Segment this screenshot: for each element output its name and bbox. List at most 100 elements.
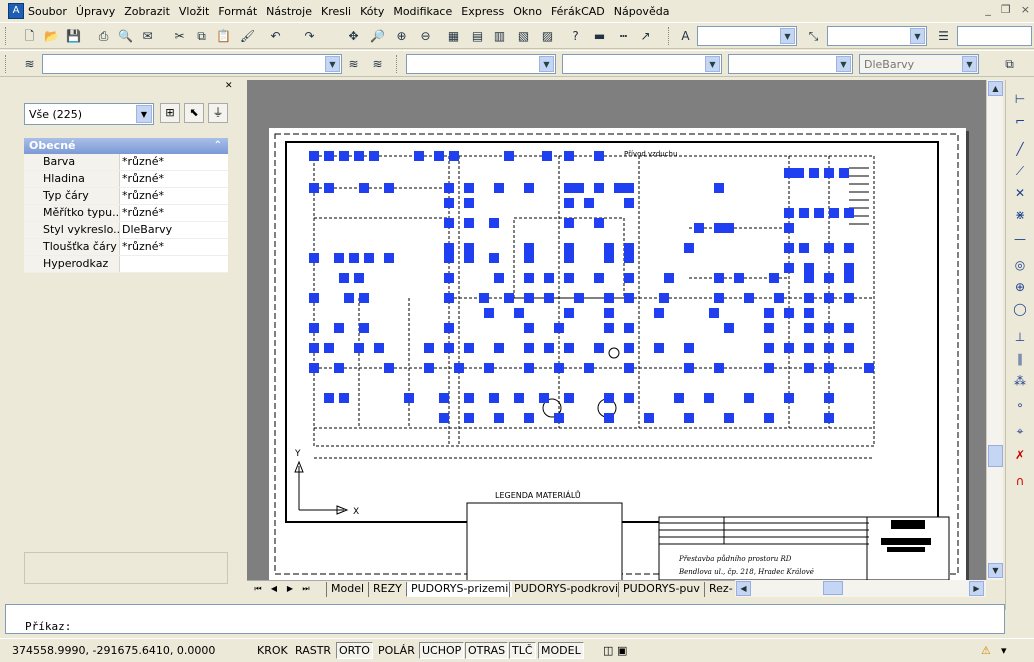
tab-pudorys-puv[interactable]: PUDORYS-puv xyxy=(618,582,704,597)
table-style-combo[interactable] xyxy=(957,26,1032,46)
selection-grip[interactable] xyxy=(644,413,654,423)
selection-grip[interactable] xyxy=(484,308,494,318)
selection-grip[interactable] xyxy=(444,183,454,193)
selection-grip[interactable] xyxy=(479,293,489,303)
property-row-layer[interactable]: Hladina *různé* xyxy=(24,171,228,188)
ray-icon[interactable]: ⋇ xyxy=(1011,206,1029,224)
coordinates-readout[interactable]: 374558.9990, -291675.6410, 0.0000 xyxy=(12,644,215,657)
selection-grip[interactable] xyxy=(454,363,464,373)
tab-prev-icon[interactable]: ◀ xyxy=(267,582,281,596)
selection-grip[interactable] xyxy=(764,413,774,423)
copy-icon[interactable]: ⧉ xyxy=(192,27,211,46)
selection-grip[interactable] xyxy=(769,273,779,283)
property-row-lineweight[interactable]: Tloušťka čáry *různé* xyxy=(24,239,228,256)
dim-style-combo[interactable]: ▼ xyxy=(827,26,927,46)
selection-grip[interactable] xyxy=(444,243,454,253)
selection-grip[interactable] xyxy=(844,323,854,333)
selection-grip[interactable] xyxy=(384,183,394,193)
measure-icon[interactable]: ┅ xyxy=(614,27,633,46)
selection-grip[interactable] xyxy=(309,183,319,193)
horizontal-scrollbar[interactable]: ◀ ▶ xyxy=(735,580,986,597)
selection-grip[interactable] xyxy=(844,263,854,273)
selection-grip[interactable] xyxy=(324,151,334,161)
pan-icon[interactable]: ✥ xyxy=(344,27,363,46)
print-icon[interactable]: ⎙ xyxy=(94,27,113,46)
selection-grip[interactable] xyxy=(824,413,834,423)
selection-grip[interactable] xyxy=(434,151,444,161)
selection-grip[interactable] xyxy=(824,393,834,403)
color-combo[interactable]: ▼ xyxy=(406,54,556,74)
property-row-color[interactable]: Barva *různé* xyxy=(24,154,228,171)
design-center-icon[interactable]: ▤ xyxy=(468,27,487,46)
quick-select-icon[interactable]: ⏚ xyxy=(208,103,228,123)
selection-grip[interactable] xyxy=(799,243,809,253)
selection-grip[interactable] xyxy=(554,323,564,333)
circle-icon[interactable]: ◎ xyxy=(1011,256,1029,274)
selection-grip[interactable] xyxy=(604,253,614,263)
selection-grip[interactable] xyxy=(524,183,534,193)
selection-grip[interactable] xyxy=(424,363,434,373)
layer-previous-icon[interactable]: ≋ xyxy=(368,55,387,74)
scroll-thumb[interactable] xyxy=(823,581,843,595)
selection-grip[interactable] xyxy=(614,183,624,193)
selection-grip[interactable] xyxy=(764,343,774,353)
toggle-orto[interactable]: ORTO xyxy=(336,642,373,659)
selection-grip[interactable] xyxy=(339,273,349,283)
selection-grip[interactable] xyxy=(824,273,834,283)
selection-grip[interactable] xyxy=(659,293,669,303)
selection-grip[interactable] xyxy=(464,243,474,253)
selection-grip[interactable] xyxy=(464,253,474,263)
selection-grip[interactable] xyxy=(714,363,724,373)
selection-grip[interactable] xyxy=(724,413,734,423)
scroll-down-icon[interactable]: ▼ xyxy=(988,563,1003,578)
selection-grip[interactable] xyxy=(594,183,604,193)
layer-manager-icon[interactable]: ≋ xyxy=(20,55,39,74)
selection-grip[interactable] xyxy=(489,218,499,228)
selection-grip[interactable] xyxy=(584,363,594,373)
selection-grip[interactable] xyxy=(564,198,574,208)
scroll-thumb[interactable] xyxy=(988,445,1003,467)
selection-grip[interactable] xyxy=(784,223,794,233)
selection-grip[interactable] xyxy=(309,253,319,263)
selection-grip[interactable] xyxy=(524,363,534,373)
selection-grip[interactable] xyxy=(564,308,574,318)
selection-grip[interactable] xyxy=(624,253,634,263)
tool-palettes-icon[interactable]: ▥ xyxy=(490,27,509,46)
selection-grip[interactable] xyxy=(524,253,534,263)
selection-grip[interactable] xyxy=(624,363,634,373)
selection-grip[interactable] xyxy=(624,273,634,283)
snap-center-icon[interactable]: ⊕ xyxy=(1011,278,1029,296)
publish-icon[interactable]: ✉ xyxy=(138,27,157,46)
selection-grip[interactable] xyxy=(494,273,504,283)
selection-grip[interactable] xyxy=(444,273,454,283)
property-row-plotstyle[interactable]: Styl vykreslo... DleBarvy xyxy=(24,222,228,239)
chevron-down-icon[interactable]: ▼ xyxy=(136,105,152,123)
selection-grip[interactable] xyxy=(804,308,814,318)
minimize-icon[interactable]: _ xyxy=(985,3,991,16)
selection-grip[interactable] xyxy=(594,343,604,353)
selection-grip[interactable] xyxy=(624,243,634,253)
selection-grip[interactable] xyxy=(309,293,319,303)
selection-grip[interactable] xyxy=(604,293,614,303)
zoom-previous-icon[interactable]: ⊖ xyxy=(416,27,435,46)
dim-aligned-icon[interactable]: ⌐ xyxy=(1011,112,1029,130)
selection-grip[interactable] xyxy=(384,363,394,373)
selection-grip[interactable] xyxy=(574,293,584,303)
selection-grip[interactable] xyxy=(414,151,424,161)
parallel-icon[interactable]: ∥ xyxy=(1011,350,1029,368)
toggle-otras[interactable]: OTRAS xyxy=(465,642,509,659)
dim-linear-icon[interactable]: ⊢ xyxy=(1011,90,1029,108)
command-prompt[interactable]: Příkaz: xyxy=(25,620,71,633)
selection-grip[interactable] xyxy=(489,253,499,263)
selection-grip[interactable] xyxy=(714,223,724,233)
selection-grip[interactable] xyxy=(824,293,834,303)
chevron-down-icon[interactable]: ▼ xyxy=(705,56,720,72)
selection-grip[interactable] xyxy=(784,208,794,218)
selection-grip[interactable] xyxy=(624,343,634,353)
polyline-icon[interactable]: ⟋ xyxy=(1011,162,1029,180)
selection-grip[interactable] xyxy=(309,363,319,373)
selection-grip[interactable] xyxy=(744,293,754,303)
menu-napoveda[interactable]: Nápověda xyxy=(614,5,670,18)
selection-grip[interactable] xyxy=(764,308,774,318)
selection-grip[interactable] xyxy=(369,151,379,161)
